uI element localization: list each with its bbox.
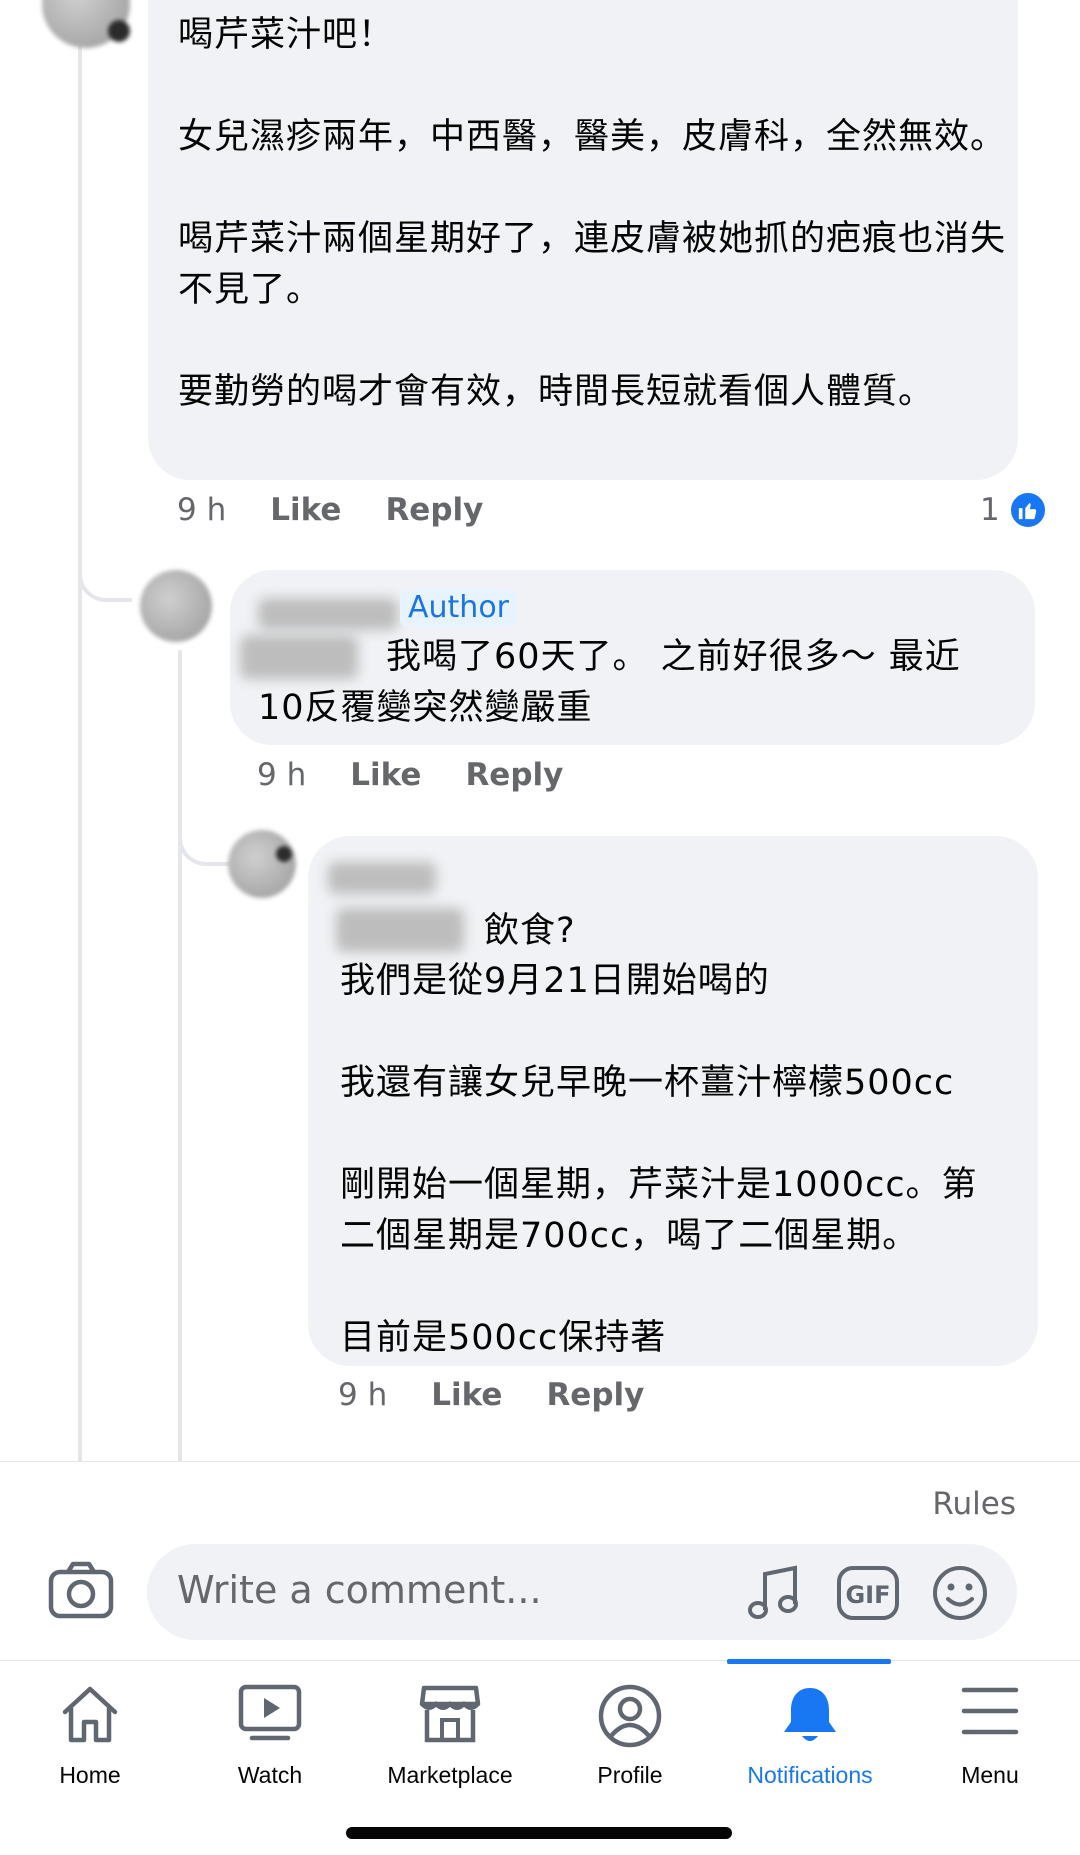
author-name-redacted bbox=[258, 598, 398, 630]
comment-meta: 9 h Like Reply bbox=[257, 757, 607, 793]
like-button[interactable]: Like bbox=[270, 492, 341, 528]
thread-line-main bbox=[78, 40, 82, 1462]
author-badge: Author bbox=[400, 590, 518, 626]
thumbs-up-icon bbox=[1007, 490, 1048, 530]
nav-item-marketplace[interactable]: Marketplace bbox=[360, 1664, 540, 1794]
emoji-icon[interactable] bbox=[931, 1564, 989, 1626]
nav-label: Home bbox=[59, 1762, 121, 1788]
nav-item-home[interactable]: Home bbox=[0, 1664, 180, 1794]
menu-icon bbox=[960, 1684, 1020, 1742]
comment-meta: 9 h Like Reply bbox=[177, 492, 527, 528]
comment-timestamp: 9 h bbox=[177, 492, 227, 528]
comment-timestamp: 9 h bbox=[257, 757, 307, 793]
comment-placeholder: Write a comment... bbox=[177, 1568, 542, 1612]
comment-timestamp: 9 h bbox=[338, 1377, 388, 1413]
comment-meta: 9 h Like Reply bbox=[338, 1377, 688, 1413]
reply-button[interactable]: Reply bbox=[546, 1377, 644, 1413]
reaction-summary[interactable]: 1 bbox=[980, 490, 1048, 530]
reply-button[interactable]: Reply bbox=[385, 492, 483, 528]
bell-icon bbox=[780, 1684, 840, 1752]
reaction-count: 1 bbox=[980, 492, 1000, 528]
thread-line-sub bbox=[178, 650, 182, 1462]
nav-label: Watch bbox=[237, 1762, 303, 1788]
comment-input[interactable]: Write a comment... GIF bbox=[147, 1544, 1017, 1640]
thread-elbow-reply-1 bbox=[78, 540, 132, 602]
music-note-icon[interactable] bbox=[747, 1564, 803, 1626]
nav-label: Marketplace bbox=[387, 1762, 513, 1788]
home-icon bbox=[59, 1684, 121, 1748]
watch-icon bbox=[238, 1684, 302, 1746]
comment-bubble: 飲食? 我們是從9月21日開始喝的 我還有讓女兒早晚一杯薑汁檸檬500cc 剛開… bbox=[308, 836, 1038, 1366]
home-indicator bbox=[346, 1827, 732, 1839]
camera-icon[interactable] bbox=[48, 1560, 114, 1624]
nav-item-watch[interactable]: Watch bbox=[180, 1664, 360, 1794]
comment-text: 喝芹菜汁吧！ 女兒濕疹兩年，中西醫，醫美，皮膚科，全然無效。 喝芹菜汁兩個星期好… bbox=[178, 15, 1007, 412]
nav-label: Notifications bbox=[747, 1762, 873, 1788]
like-button[interactable]: Like bbox=[431, 1377, 502, 1413]
nav-label: Menu bbox=[961, 1762, 1019, 1788]
svg-text:GIF: GIF bbox=[845, 1581, 890, 1609]
nav-divider bbox=[0, 1660, 1080, 1661]
nav-item-profile[interactable]: Profile bbox=[540, 1664, 720, 1794]
comment-bubble: 喝芹菜汁吧！ 女兒濕疹兩年，中西醫，醫美，皮膚科，全然無效。 喝芹菜汁兩個星期好… bbox=[148, 0, 1018, 480]
comment-bubble: Author 我喝了60天了。 之前好很多～ 最近 10反覆變突然變嚴重 bbox=[230, 570, 1035, 745]
comment-text: 我們是從9月21日開始喝的 我還有讓女兒早晚一杯薑汁檸檬500cc 剛開始一個星… bbox=[340, 961, 978, 1358]
nav-label: Profile bbox=[597, 1762, 663, 1788]
marketplace-icon bbox=[418, 1684, 482, 1748]
gif-icon[interactable]: GIF bbox=[837, 1566, 899, 1624]
comment-text: 我喝了60天了。 之前好很多～ 最近 10反覆變突然變嚴重 bbox=[258, 637, 961, 728]
composer-area bbox=[0, 1462, 1080, 1855]
thread-elbow-reply-2 bbox=[178, 820, 232, 866]
nav-item-notifications[interactable]: Notifications bbox=[720, 1664, 900, 1794]
mention-redacted bbox=[336, 908, 464, 952]
comment-text-first-line: 飲食? bbox=[484, 911, 576, 951]
avatar[interactable] bbox=[42, 0, 130, 48]
nav-item-menu[interactable]: Menu bbox=[900, 1664, 1080, 1794]
rules-link[interactable]: Rules bbox=[932, 1486, 1016, 1522]
author-name-redacted bbox=[328, 862, 436, 894]
like-button[interactable]: Like bbox=[350, 757, 421, 793]
avatar[interactable] bbox=[140, 570, 212, 642]
avatar[interactable] bbox=[228, 830, 296, 898]
reply-button[interactable]: Reply bbox=[465, 757, 563, 793]
profile-icon bbox=[598, 1684, 662, 1752]
